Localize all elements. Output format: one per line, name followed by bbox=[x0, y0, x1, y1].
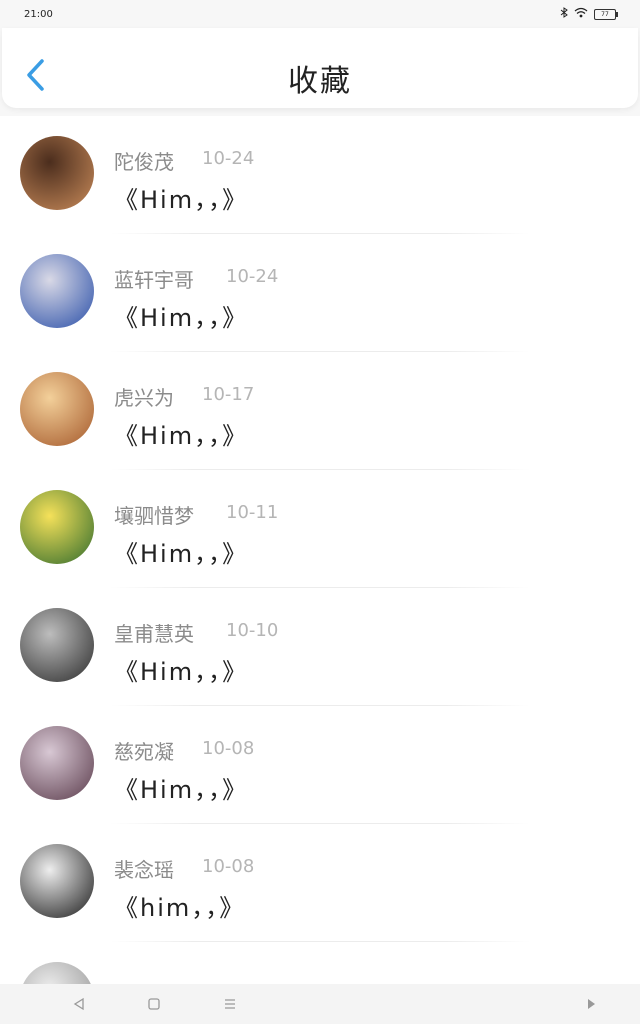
list-item[interactable]: 皇甫慧英 10-10 《Him，，》 bbox=[0, 588, 640, 706]
avatar[interactable] bbox=[20, 726, 94, 800]
favorite-date: 10-08 bbox=[202, 856, 255, 877]
user-name: 慈宛凝 bbox=[114, 740, 174, 764]
wifi-icon bbox=[574, 7, 588, 21]
user-name: 虎兴为 bbox=[114, 386, 174, 410]
list-item[interactable] bbox=[0, 942, 640, 984]
favorite-date: 10-24 bbox=[202, 148, 255, 169]
bluetooth-icon bbox=[560, 7, 568, 21]
header: 收藏 bbox=[2, 28, 638, 108]
nav-menu-icon[interactable] bbox=[223, 996, 237, 1015]
favorite-date: 10-11 bbox=[226, 502, 279, 523]
favorite-date: 10-24 bbox=[226, 266, 279, 287]
favorite-date: 10-08 bbox=[202, 738, 255, 759]
user-name: 皇甫慧英 bbox=[114, 622, 194, 646]
list-item[interactable]: 虎兴为 10-17 《Him，，》 bbox=[0, 352, 640, 470]
book-title[interactable]: 《him，，》 bbox=[114, 888, 245, 923]
list-item[interactable]: 裴念瑶 10-08 《him，，》 bbox=[0, 824, 640, 942]
user-name: 蓝轩宇哥 bbox=[114, 268, 194, 292]
book-title[interactable]: 《Him，，》 bbox=[114, 180, 248, 215]
book-title[interactable]: 《Him，，》 bbox=[114, 652, 248, 687]
nav-home-icon[interactable] bbox=[147, 996, 161, 1015]
avatar[interactable] bbox=[20, 136, 94, 210]
user-name: 壤驷惜梦 bbox=[114, 504, 194, 528]
favorite-date: 10-10 bbox=[226, 620, 279, 641]
book-title[interactable]: 《Him，，》 bbox=[114, 770, 248, 805]
book-title[interactable]: 《Him，，》 bbox=[114, 416, 248, 451]
page-title: 收藏 bbox=[288, 64, 352, 99]
user-name: 陀俊茂 bbox=[114, 150, 174, 174]
avatar[interactable] bbox=[20, 962, 94, 984]
book-title[interactable]: 《Him，，》 bbox=[114, 534, 248, 569]
status-icons: 77 bbox=[560, 7, 618, 21]
list-item[interactable]: 蓝轩宇哥 10-24 《Him，，》 bbox=[0, 234, 640, 352]
list-item[interactable]: 慈宛凝 10-08 《Him，，》 bbox=[0, 706, 640, 824]
book-title[interactable]: 《Him，，》 bbox=[114, 298, 248, 333]
user-name: 裴念瑶 bbox=[114, 858, 174, 882]
status-bar: 21:00 77 bbox=[0, 0, 640, 28]
list-item[interactable]: 壤驷惜梦 10-11 《Him，，》 bbox=[0, 470, 640, 588]
nav-back-icon[interactable] bbox=[72, 996, 86, 1015]
nav-forward-icon[interactable] bbox=[584, 996, 598, 1015]
favorites-list[interactable]: 陀俊茂 10-24 《Him，，》 蓝轩宇哥 10-24 《Him，，》 虎兴为 10-17 《… bbox=[0, 116, 640, 984]
avatar[interactable] bbox=[20, 490, 94, 564]
avatar[interactable] bbox=[20, 372, 94, 446]
status-time: 21:00 bbox=[24, 8, 53, 20]
favorite-date: 10-17 bbox=[202, 384, 255, 405]
battery-icon: 77 bbox=[594, 8, 618, 20]
system-nav-bar bbox=[0, 984, 640, 1024]
avatar[interactable] bbox=[20, 844, 94, 918]
avatar[interactable] bbox=[20, 608, 94, 682]
list-item[interactable]: 陀俊茂 10-24 《Him，，》 bbox=[0, 116, 640, 234]
avatar[interactable] bbox=[20, 254, 94, 328]
